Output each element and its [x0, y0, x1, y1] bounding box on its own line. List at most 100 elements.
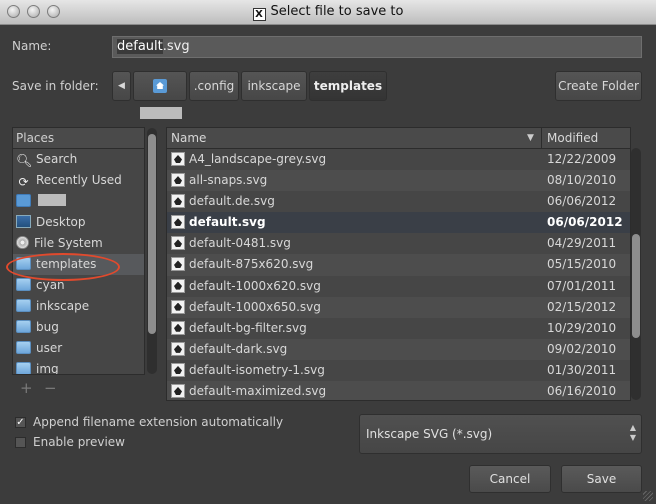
home-name-redacted: [140, 107, 182, 119]
file-name: default-875x620.svg: [189, 257, 314, 272]
file-name: default-dark.svg: [189, 341, 288, 356]
file-row-selected[interactable]: default.svg 06/06/2012: [167, 212, 630, 234]
file-name: default-1000x650.svg: [189, 299, 321, 314]
filename-extension-text: .svg: [162, 39, 190, 54]
file-date: 08/10/2010: [547, 173, 617, 188]
svg-file-icon: [171, 215, 185, 230]
svg-file-icon: [171, 362, 185, 377]
search-icon: 🔍︎: [16, 154, 33, 169]
place-user[interactable]: user: [13, 338, 144, 359]
save-button[interactable]: Save: [561, 465, 642, 493]
place-label: templates: [36, 257, 97, 271]
places-scrollbar[interactable]: [147, 128, 157, 374]
place-img[interactable]: img: [13, 359, 144, 374]
file-name: A4_landscape-grey.svg: [189, 152, 327, 166]
remove-place-button[interactable]: −: [44, 379, 57, 397]
places-panel: Places 🔍︎ Search ⟳ Recently Used Desktop F…: [12, 127, 145, 375]
resize-grip-icon[interactable]: [643, 491, 653, 501]
folder-icon: [16, 320, 31, 333]
place-label: user: [36, 341, 63, 355]
file-date: 10/29/2010: [547, 320, 617, 335]
file-row[interactable]: default-maximized.svg 06/16/2010: [167, 381, 630, 400]
file-type-select[interactable]: Inkscape SVG (*.svg) ▲ ▼: [359, 414, 642, 454]
file-list-header: Name ▼ Modified: [167, 128, 630, 149]
place-label: Recently Used: [36, 173, 122, 187]
file-row[interactable]: default-dark.svg 09/02/2010: [167, 338, 630, 360]
file-row[interactable]: A4_landscape-grey.svg 12/22/2009: [167, 149, 630, 170]
add-place-button[interactable]: +: [20, 379, 33, 397]
filesystem-icon: [16, 236, 29, 249]
cancel-button[interactable]: Cancel: [469, 465, 551, 493]
enable-preview-label: Enable preview: [33, 435, 125, 449]
place-bug[interactable]: bug: [13, 317, 144, 338]
file-date: 09/02/2010: [547, 341, 617, 356]
svg-file-icon: [171, 236, 185, 251]
file-name: default.svg: [189, 215, 266, 230]
file-list-scrollbar[interactable]: [631, 148, 641, 400]
filename-selected-text: default: [117, 39, 163, 54]
file-row[interactable]: default-0481.svg 04/29/2011: [167, 233, 630, 254]
file-row[interactable]: default-1000x620.svg 07/01/2011: [167, 276, 630, 297]
place-recently-used[interactable]: ⟳ Recently Used: [13, 170, 144, 191]
file-date: 06/06/2012: [547, 215, 623, 230]
place-file-system[interactable]: File System: [13, 233, 144, 254]
file-list-scrollbar-thumb[interactable]: [632, 234, 640, 338]
folder-icon: [16, 299, 31, 312]
place-cyan[interactable]: cyan: [13, 275, 144, 296]
updown-chevron-icon: ▲ ▼: [629, 423, 636, 442]
svg-file-icon: [171, 173, 185, 188]
place-label: File System: [34, 236, 103, 250]
home-icon: [153, 79, 167, 93]
place-templates[interactable]: templates: [13, 254, 144, 275]
places-header: Places: [13, 128, 144, 149]
crumb-home-button[interactable]: [133, 71, 187, 119]
place-home[interactable]: [13, 191, 144, 212]
file-name: default-1000x620.svg: [189, 278, 321, 293]
file-name: default-maximized.svg: [189, 384, 327, 399]
sort-descending-icon: ▼: [527, 133, 534, 143]
file-name: default.de.svg: [189, 194, 275, 209]
svg-file-icon: [171, 257, 185, 272]
file-date: 01/30/2011: [547, 362, 617, 377]
append-extension-checkbox[interactable]: ✓: [15, 417, 26, 428]
place-inkscape[interactable]: inkscape: [13, 296, 144, 317]
places-scrollbar-thumb[interactable]: [148, 134, 156, 334]
place-label: Search: [36, 152, 78, 166]
svg-file-icon: [171, 299, 185, 314]
file-row[interactable]: default-isometry-1.svg 01/30/2011: [167, 360, 630, 381]
place-search[interactable]: 🔍︎ Search: [13, 149, 144, 170]
file-date: 06/16/2010: [547, 384, 617, 399]
x11-icon: X: [252, 8, 266, 21]
crumb-config-button[interactable]: .config: [189, 71, 239, 101]
enable-preview-checkbox[interactable]: [15, 437, 26, 448]
column-name-header[interactable]: Name: [171, 128, 206, 148]
place-label: bug: [36, 320, 59, 334]
crumb-templates-button[interactable]: templates: [309, 71, 387, 101]
place-label: cyan: [36, 278, 65, 292]
file-name: all-snaps.svg: [189, 173, 268, 188]
file-row[interactable]: default.de.svg 06/06/2012: [167, 191, 630, 212]
file-row[interactable]: all-snaps.svg 08/10/2010: [167, 170, 630, 192]
create-folder-button[interactable]: Create Folder: [555, 71, 642, 101]
file-date: 04/29/2011: [547, 236, 617, 251]
crumb-inkscape-button[interactable]: inkscape: [241, 71, 307, 101]
file-row[interactable]: default-1000x650.svg 02/15/2012: [167, 296, 630, 318]
file-date: 02/15/2012: [547, 299, 617, 314]
folder-icon: [16, 257, 31, 270]
svg-file-icon: [171, 278, 185, 293]
folder-icon: [16, 341, 31, 354]
column-modified-header[interactable]: Modified: [547, 128, 598, 148]
place-desktop[interactable]: Desktop: [13, 212, 144, 233]
svg-file-icon: [171, 194, 185, 209]
file-name: default-0481.svg: [189, 236, 291, 251]
filename-input[interactable]: default.svg: [112, 36, 642, 58]
file-row[interactable]: default-bg-filter.svg 10/29/2010: [167, 318, 630, 339]
crumb-scroll-left-button[interactable]: ◀: [112, 71, 131, 101]
file-name: default-isometry-1.svg: [189, 362, 325, 377]
file-row[interactable]: default-875x620.svg 05/15/2010: [167, 254, 630, 276]
svg-file-icon: [171, 384, 185, 399]
window-title: Select file to save to: [270, 4, 404, 19]
file-date: 05/15/2010: [547, 257, 617, 272]
place-label: Desktop: [36, 215, 86, 229]
svg-file-icon: [171, 341, 185, 356]
